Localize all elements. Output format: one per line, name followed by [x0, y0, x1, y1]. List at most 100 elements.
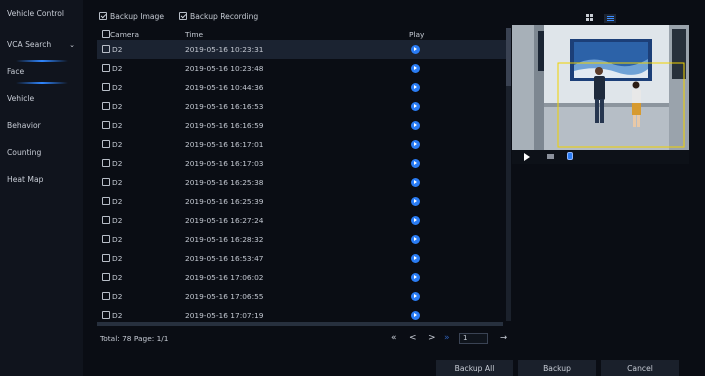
results-table: Camera Time Play D2 2019-05-16 10:23:31 D2… — [97, 28, 507, 322]
camera-name: D2 — [112, 311, 123, 320]
row-checkbox[interactable] — [102, 159, 110, 167]
play-circle-icon[interactable] — [411, 197, 420, 206]
backup-recording-checkbox[interactable] — [179, 12, 187, 20]
row-checkbox[interactable] — [102, 178, 110, 186]
backup-all-button[interactable]: Backup All — [436, 360, 513, 376]
sidebar-item-face[interactable]: Face — [0, 64, 83, 80]
play-circle-icon[interactable] — [411, 311, 420, 320]
sidebar: Vehicle Control VCA Search ⌄ Face Vehicl… — [0, 0, 83, 376]
snapshot-icon[interactable] — [567, 152, 573, 160]
row-checkbox[interactable] — [102, 121, 110, 129]
backup-recording-label: Backup Recording — [190, 12, 259, 21]
time-cell: 2019-05-16 10:44:36 — [185, 83, 264, 92]
sidebar-item-vehicle-control[interactable]: Vehicle Control — [0, 6, 83, 22]
camera-name: D2 — [112, 216, 123, 225]
sidebar-item-behavior[interactable]: Behavior — [0, 118, 83, 134]
table-row[interactable]: D2 2019-05-16 16:27:24 — [97, 211, 507, 230]
play-circle-icon[interactable] — [411, 216, 420, 225]
go-to-page-button[interactable]: → — [500, 333, 507, 343]
table-row[interactable]: D2 2019-05-16 17:07:19 — [97, 306, 507, 322]
play-circle-icon[interactable] — [411, 64, 420, 73]
video-preview[interactable] — [512, 25, 689, 150]
play-circle-icon[interactable] — [411, 102, 420, 111]
row-checkbox[interactable] — [102, 235, 110, 243]
time-cell: 2019-05-16 16:16:53 — [185, 102, 264, 111]
active-indicator — [16, 60, 68, 62]
sidebar-item-vca-search[interactable]: VCA Search ⌄ — [0, 37, 83, 53]
play-circle-icon[interactable] — [411, 159, 420, 168]
horizontal-scrollbar[interactable] — [97, 322, 503, 326]
backup-button[interactable]: Backup — [518, 360, 596, 376]
list-view-icon[interactable] — [604, 14, 616, 23]
page-number-input[interactable]: 1 — [459, 333, 488, 344]
table-row[interactable]: D2 2019-05-16 16:17:01 — [97, 135, 507, 154]
table-row[interactable]: D2 2019-05-16 17:06:02 — [97, 268, 507, 287]
row-checkbox[interactable] — [102, 273, 110, 281]
play-circle-icon[interactable] — [411, 178, 420, 187]
time-cell: 2019-05-16 17:06:55 — [185, 292, 264, 301]
row-checkbox[interactable] — [102, 102, 110, 110]
cancel-button[interactable]: Cancel — [601, 360, 679, 376]
table-row[interactable]: D2 2019-05-16 16:53:47 — [97, 249, 507, 268]
last-page-button[interactable]: » — [444, 333, 450, 343]
stop-icon[interactable] — [547, 154, 554, 159]
time-cell: 2019-05-16 16:28:32 — [185, 235, 264, 244]
sidebar-item-counting[interactable]: Counting — [0, 145, 83, 161]
time-cell: 2019-05-16 10:23:48 — [185, 64, 264, 73]
row-checkbox[interactable] — [102, 83, 110, 91]
camera-cell: D2 — [102, 254, 122, 263]
sidebar-item-heat-map[interactable]: Heat Map — [0, 172, 83, 188]
row-checkbox[interactable] — [102, 197, 110, 205]
camera-cell: D2 — [102, 292, 122, 301]
play-circle-icon[interactable] — [411, 273, 420, 282]
table-row[interactable]: D2 2019-05-16 16:16:53 — [97, 97, 507, 116]
camera-name: D2 — [112, 159, 123, 168]
vertical-scrollbar-thumb[interactable] — [506, 28, 511, 86]
table-row[interactable]: D2 2019-05-16 10:23:48 — [97, 59, 507, 78]
camera-cell: D2 — [102, 159, 122, 168]
row-checkbox[interactable] — [102, 216, 110, 224]
row-checkbox[interactable] — [102, 140, 110, 148]
time-cell: 2019-05-16 16:27:24 — [185, 216, 264, 225]
total-summary: Total: 78 Page: 1/1 — [100, 334, 169, 343]
select-all-checkbox[interactable] — [102, 30, 110, 38]
play-circle-icon[interactable] — [411, 140, 420, 149]
table-row[interactable]: D2 2019-05-16 16:16:59 — [97, 116, 507, 135]
prev-page-button[interactable]: < — [409, 333, 417, 343]
backup-image-label: Backup Image — [110, 12, 165, 21]
table-row[interactable]: D2 2019-05-16 10:23:31 — [97, 40, 507, 59]
table-row[interactable]: D2 2019-05-16 10:44:36 — [97, 78, 507, 97]
next-page-button[interactable]: > — [428, 333, 436, 343]
backup-image-checkbox[interactable] — [99, 12, 107, 20]
play-icon[interactable] — [524, 153, 530, 161]
row-checkbox[interactable] — [102, 64, 110, 72]
backup-image-option[interactable]: Backup Image — [99, 12, 164, 21]
play-circle-icon[interactable] — [411, 83, 420, 92]
sidebar-item-vehicle[interactable]: Vehicle — [0, 91, 83, 107]
column-camera[interactable]: Camera — [102, 30, 139, 39]
camera-cell: D2 — [102, 64, 122, 73]
camera-name: D2 — [112, 45, 123, 54]
row-checkbox[interactable] — [102, 311, 110, 319]
row-checkbox[interactable] — [102, 292, 110, 300]
play-circle-icon[interactable] — [411, 235, 420, 244]
table-row[interactable]: D2 2019-05-16 16:17:03 — [97, 154, 507, 173]
time-cell: 2019-05-16 16:25:39 — [185, 197, 264, 206]
table-row[interactable]: D2 2019-05-16 16:28:32 — [97, 230, 507, 249]
backup-recording-option[interactable]: Backup Recording — [179, 12, 258, 21]
table-header: Camera Time Play — [97, 28, 507, 40]
time-cell: 2019-05-16 16:16:59 — [185, 121, 264, 130]
row-checkbox[interactable] — [102, 254, 110, 262]
play-circle-icon[interactable] — [411, 45, 420, 54]
table-row[interactable]: D2 2019-05-16 16:25:38 — [97, 173, 507, 192]
table-row[interactable]: D2 2019-05-16 17:06:55 — [97, 287, 507, 306]
row-checkbox[interactable] — [102, 45, 110, 53]
table-row[interactable]: D2 2019-05-16 16:25:39 — [97, 192, 507, 211]
play-circle-icon[interactable] — [411, 254, 420, 263]
play-circle-icon[interactable] — [411, 121, 420, 130]
first-page-button[interactable]: « — [391, 333, 397, 343]
play-circle-icon[interactable] — [411, 292, 420, 301]
time-cell: 2019-05-16 16:25:38 — [185, 178, 264, 187]
grid-view-icon[interactable] — [586, 14, 596, 23]
camera-name: D2 — [112, 121, 123, 130]
